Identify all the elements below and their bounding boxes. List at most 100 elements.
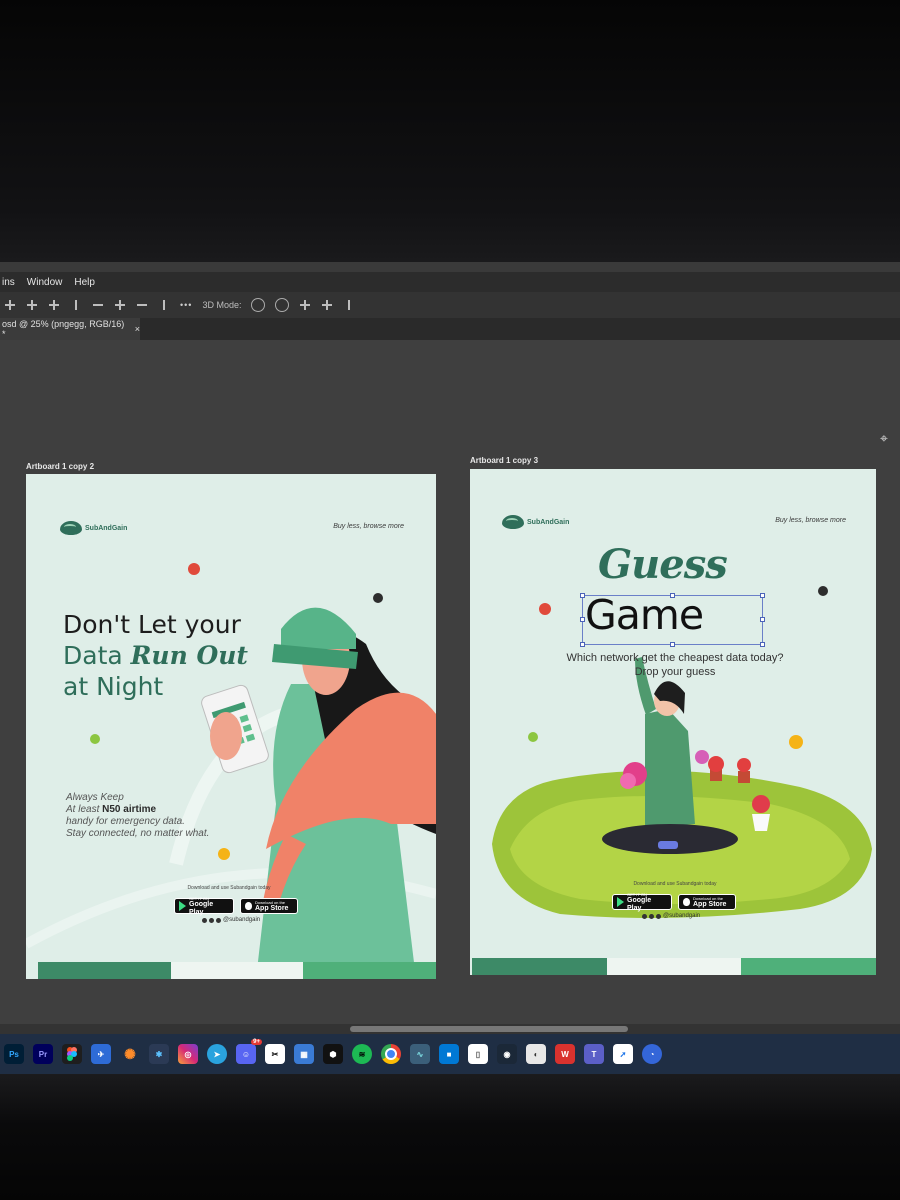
download-text: Download and use Subandgain today	[187, 885, 271, 891]
slack-icon[interactable]: ✱	[149, 1044, 169, 1064]
mail-icon[interactable]: ✈	[91, 1044, 111, 1064]
align-bottom-icon[interactable]	[136, 299, 148, 311]
cursor-icon: ⌖	[880, 430, 888, 446]
taskbar-photoshop[interactable]: Ps	[4, 1044, 24, 1064]
brand-logo-icon	[60, 521, 82, 535]
align-center-h-icon[interactable]	[26, 299, 38, 311]
app-store-small: Download on the	[255, 899, 286, 905]
headline-run-out: Run Out	[130, 641, 248, 670]
canvas-area[interactable]: ⌖ Artboard 1 copy 2 SubAndGain Buy less,…	[0, 340, 900, 1030]
google-play-icon	[179, 901, 186, 911]
roll-3d-icon[interactable]	[275, 298, 290, 312]
transform-handle[interactable]	[670, 642, 675, 647]
options-bar: ••• 3D Mode:	[0, 292, 900, 319]
align-left-icon[interactable]	[4, 299, 16, 311]
scale-3d-icon[interactable]	[343, 299, 355, 311]
stripe-light	[170, 962, 304, 979]
document-tab[interactable]: osd @ 25% (pngegg, RGB/16) * ×	[0, 318, 140, 340]
google-play-button[interactable]: GET IT ON Google Play	[612, 892, 672, 912]
social-handle: @subandgain	[642, 913, 700, 919]
app-store-button[interactable]: Download on the App Store	[678, 894, 736, 910]
scrollbar-thumb[interactable]	[350, 1026, 628, 1032]
transform-handle[interactable]	[670, 593, 675, 598]
brand-logo: SubAndGain	[60, 521, 127, 535]
menu-item-window[interactable]: Window	[27, 277, 63, 288]
calendar-icon[interactable]: ▦	[294, 1044, 314, 1064]
body-line-1: Always Keep	[66, 792, 124, 803]
artboard-label[interactable]: Artboard 1 copy 2	[26, 462, 94, 471]
capcut-icon[interactable]: ✂	[265, 1044, 285, 1064]
body-line-2a: At least	[66, 804, 103, 815]
title-guess: Guess	[598, 541, 728, 588]
terminal-icon[interactable]: ∿	[410, 1044, 430, 1064]
google-play-button[interactable]: GET IT ON Google Play	[174, 896, 234, 916]
transform-handle[interactable]	[760, 593, 765, 598]
more-options-icon[interactable]: •••	[180, 300, 192, 310]
align-top-icon[interactable]	[92, 299, 104, 311]
taskbar-premiere[interactable]: Pr	[33, 1044, 53, 1064]
footer-stripes	[472, 958, 876, 975]
steam-icon[interactable]: ◉	[497, 1044, 517, 1064]
footer-stripes	[38, 962, 436, 979]
handle-text: @subandgain	[223, 917, 261, 923]
headline-line-1: Don't Let your	[63, 610, 241, 639]
google-play-icon	[617, 897, 624, 907]
google-play-big: Google Play	[189, 900, 214, 916]
telegram-icon[interactable]: ➤	[207, 1044, 227, 1064]
apple-icon	[683, 898, 690, 906]
transform-handle[interactable]	[760, 642, 765, 647]
headline-line-3: at Night	[63, 672, 164, 701]
discord-icon[interactable]: ☺ 9+	[236, 1039, 262, 1064]
headline: Don't Let your Data Run Out at Night	[63, 609, 248, 702]
transform-handle[interactable]	[580, 617, 585, 622]
document-tab-title: osd @ 25% (pngegg, RGB/16) *	[2, 319, 125, 339]
app-store-button[interactable]: Download on the App Store	[240, 898, 298, 914]
distribute-v-icon[interactable]	[158, 299, 170, 311]
transform-handle[interactable]	[580, 642, 585, 647]
close-icon[interactable]: ×	[135, 324, 140, 334]
horizontal-scrollbar[interactable]	[0, 1024, 900, 1034]
pan-3d-icon[interactable]	[299, 299, 311, 311]
twitter-icon	[209, 917, 214, 923]
spotify-icon[interactable]: ≋	[352, 1044, 372, 1064]
question-line-2: Drop your guess	[634, 666, 716, 678]
wps-icon[interactable]: W	[555, 1044, 575, 1064]
align-middle-icon[interactable]	[114, 299, 126, 311]
instagram-icon[interactable]: ◎	[178, 1044, 198, 1064]
document-tab-bar: osd @ 25% (pngegg, RGB/16) * ×	[0, 318, 900, 340]
artboard-1[interactable]: SubAndGain Buy less, browse more Don't L…	[26, 474, 436, 979]
artboard-2[interactable]: SubAndGain Buy less, browse more Guess G…	[470, 469, 876, 975]
menu-bar: ins Window Help	[0, 272, 900, 292]
figma-icon[interactable]	[62, 1044, 82, 1064]
windows-icon[interactable]: ■	[439, 1044, 459, 1064]
body-line-3: handy for emergency data.	[66, 816, 185, 827]
stripe-dark	[472, 958, 607, 975]
apple-icon	[245, 902, 252, 910]
brand-name: SubAndGain	[85, 524, 128, 532]
artboard-label[interactable]: Artboard 1 copy 3	[470, 456, 538, 465]
slide-3d-icon[interactable]	[321, 299, 333, 311]
text-selection-box[interactable]	[580, 593, 765, 647]
stripe-green	[303, 962, 436, 979]
brand-logo: SubAndGain	[502, 515, 569, 529]
files-icon[interactable]: ▯	[468, 1044, 488, 1064]
transform-handle[interactable]	[580, 593, 585, 598]
teams-icon[interactable]: T	[584, 1044, 604, 1064]
distribute-h-icon[interactable]	[70, 299, 82, 311]
menu-item-plugins[interactable]: ins	[2, 277, 15, 288]
download-text: Download and use Subandgain today	[633, 881, 717, 887]
monitor-bezel-top	[0, 0, 900, 262]
body-airtime: N50 airtime	[102, 804, 157, 815]
notion-icon[interactable]: ⬢	[323, 1044, 343, 1064]
safari-icon[interactable]: ➚	[613, 1044, 633, 1064]
menu-item-help[interactable]: Help	[74, 277, 95, 288]
transform-handle[interactable]	[760, 617, 765, 622]
camera-icon[interactable]: ◐	[526, 1044, 546, 1064]
chrome-icon[interactable]	[381, 1044, 401, 1064]
align-right-icon[interactable]	[48, 299, 60, 311]
firefox-icon[interactable]: ◔	[642, 1044, 662, 1064]
monitor-bezel-bottom	[0, 1074, 900, 1200]
app-store-small: Download on the	[693, 895, 724, 901]
sun-icon[interactable]: ✺	[120, 1044, 140, 1064]
orbit-3d-icon[interactable]	[251, 298, 266, 312]
